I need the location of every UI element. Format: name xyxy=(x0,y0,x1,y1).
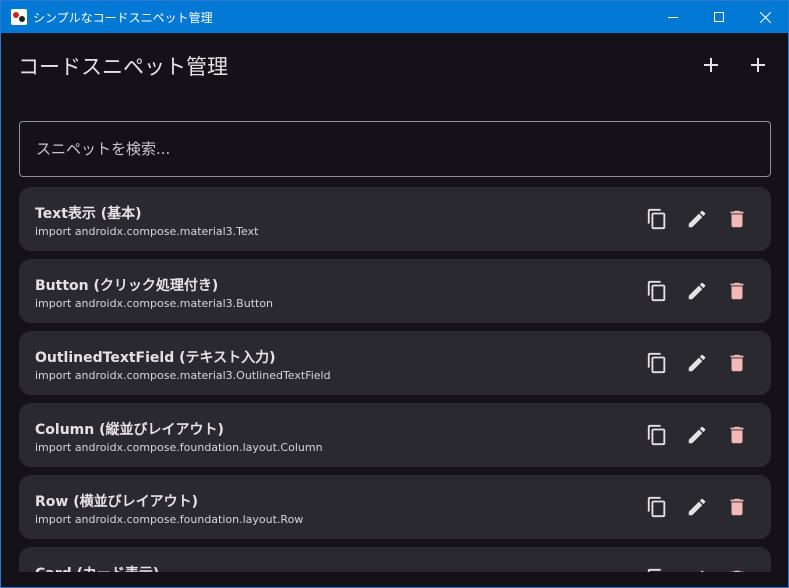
close-button[interactable] xyxy=(742,1,788,33)
copy-button[interactable] xyxy=(641,563,673,572)
snippet-title: Column (縦並びレイアウト) xyxy=(35,422,224,438)
delete-button[interactable] xyxy=(721,275,753,307)
edit-icon xyxy=(688,210,706,228)
snippet-code: import androidx.compose.material3.Outlin… xyxy=(35,369,331,382)
copy-button[interactable] xyxy=(641,275,673,307)
copy-button[interactable] xyxy=(641,419,673,451)
copy-icon xyxy=(647,424,666,446)
copy-icon xyxy=(647,208,666,230)
copy-button[interactable] xyxy=(641,491,673,523)
snippet-code: import androidx.compose.foundation.layou… xyxy=(35,441,323,454)
app-header: コードスニペット管理 xyxy=(1,33,788,99)
edit-icon xyxy=(688,426,706,444)
copy-icon xyxy=(647,496,666,518)
app-window: シンプルなコードスニペット管理 コードスニペット管理 スニペットを検索... T… xyxy=(0,0,789,588)
snippet-card[interactable]: Button (クリック処理付き) import androidx.compos… xyxy=(19,259,771,323)
plus-icon xyxy=(704,58,718,72)
delete-icon xyxy=(730,498,744,516)
copy-button[interactable] xyxy=(641,347,673,379)
copy-icon xyxy=(647,568,661,572)
minimize-button[interactable] xyxy=(650,1,696,33)
search-field[interactable] xyxy=(19,121,771,177)
maximize-icon xyxy=(714,12,724,22)
delete-button[interactable] xyxy=(721,203,753,235)
page-title: コードスニペット管理 xyxy=(18,55,228,79)
snippet-card[interactable]: Card (カード表示) xyxy=(19,547,771,572)
delete-icon xyxy=(730,354,744,372)
delete-button[interactable] xyxy=(721,419,753,451)
snippet-title: Card (カード表示) xyxy=(35,563,159,572)
minimize-icon xyxy=(668,17,678,18)
maximize-button[interactable] xyxy=(696,1,742,33)
copy-button[interactable] xyxy=(641,203,673,235)
snippet-code: import androidx.compose.foundation.layou… xyxy=(35,513,304,526)
snippet-code: import androidx.compose.material3.Text xyxy=(35,225,259,238)
snippet-list[interactable]: Text表示 (基本) import androidx.compose.mate… xyxy=(19,187,771,572)
snippet-title: OutlinedTextField (テキスト入力) xyxy=(35,350,276,366)
delete-button[interactable] xyxy=(721,563,753,572)
add-button-secondary[interactable] xyxy=(742,49,774,81)
edit-icon xyxy=(688,282,706,300)
snippet-title: Row (横並びレイアウト) xyxy=(35,494,199,510)
app-icon xyxy=(11,9,27,25)
edit-icon xyxy=(688,354,706,372)
delete-icon xyxy=(730,570,744,572)
search-input[interactable] xyxy=(20,122,770,176)
snippet-card[interactable]: Text表示 (基本) import androidx.compose.mate… xyxy=(19,187,771,251)
window-title: シンプルなコードスニペット管理 xyxy=(33,10,213,25)
edit-icon xyxy=(700,570,704,572)
window-controls xyxy=(650,1,788,33)
delete-button[interactable] xyxy=(721,347,753,379)
plus-icon xyxy=(751,58,765,72)
snippet-title: Button (クリック処理付き) xyxy=(35,278,219,294)
delete-button[interactable] xyxy=(721,491,753,523)
delete-icon xyxy=(730,282,744,300)
edit-button[interactable] xyxy=(681,563,713,572)
edit-button[interactable] xyxy=(681,203,713,235)
copy-icon xyxy=(647,352,666,374)
snippet-card[interactable]: Column (縦並びレイアウト) import androidx.compos… xyxy=(19,403,771,467)
title-bar[interactable]: シンプルなコードスニペット管理 xyxy=(1,1,788,33)
add-button[interactable] xyxy=(695,49,727,81)
edit-button[interactable] xyxy=(681,419,713,451)
snippet-card[interactable]: OutlinedTextField (テキスト入力) import androi… xyxy=(19,331,771,395)
edit-button[interactable] xyxy=(681,491,713,523)
close-icon xyxy=(759,11,771,23)
snippet-card[interactable]: Row (横並びレイアウト) import androidx.compose.f… xyxy=(19,475,771,539)
edit-button[interactable] xyxy=(681,275,713,307)
delete-icon xyxy=(730,210,744,228)
delete-icon xyxy=(730,426,744,444)
snippet-code: import androidx.compose.material3.Button xyxy=(35,297,274,310)
edit-icon xyxy=(688,498,706,516)
edit-button[interactable] xyxy=(681,347,713,379)
snippet-title: Text表示 (基本) xyxy=(35,206,142,222)
copy-icon xyxy=(647,280,666,302)
